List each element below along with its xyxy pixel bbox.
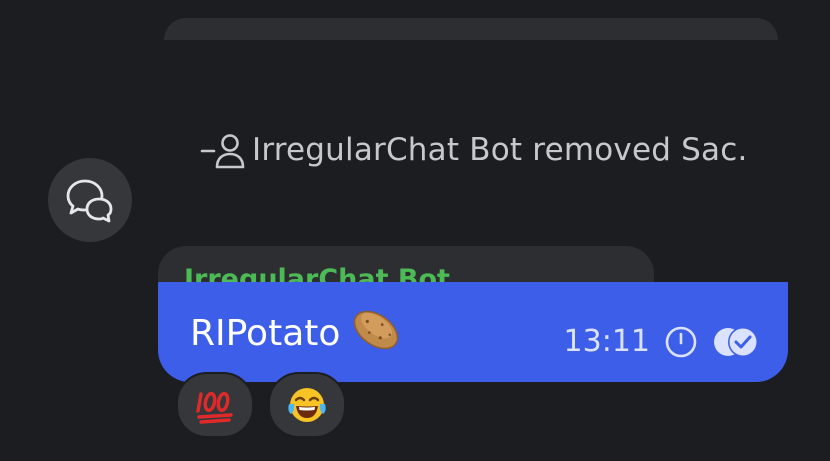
chat-bubbles-icon xyxy=(66,179,113,223)
chat-screen: IrregularChat Bot removed Sac. Irregular… xyxy=(0,0,830,461)
message-meta: 13:11 xyxy=(564,324,760,359)
message-text: RIPotato xyxy=(190,312,341,354)
bubble-gap xyxy=(150,40,800,48)
reaction-tears-of-joy[interactable] xyxy=(268,372,346,438)
chat-bubbles-button[interactable] xyxy=(48,158,132,242)
read-receipt-icon xyxy=(714,326,758,357)
potato-emoji-icon xyxy=(354,310,399,350)
message-content: RIPotato xyxy=(190,310,402,356)
previous-message-bubble[interactable] xyxy=(164,18,778,40)
message-time: 13:11 xyxy=(563,324,650,359)
clock-icon xyxy=(665,326,697,357)
remove-person-icon xyxy=(200,134,245,169)
system-message: IrregularChat Bot removed Sac. xyxy=(200,128,748,172)
face-with-tears-of-joy-icon xyxy=(288,388,326,422)
outgoing-message-bubble[interactable]: RIPotato 13:11 xyxy=(158,282,788,382)
reactions-row xyxy=(176,372,346,438)
system-message-text: IrregularChat Bot removed Sac. xyxy=(252,132,748,168)
reaction-hundred-points[interactable] xyxy=(176,372,254,438)
hundred-points-icon xyxy=(196,391,233,424)
